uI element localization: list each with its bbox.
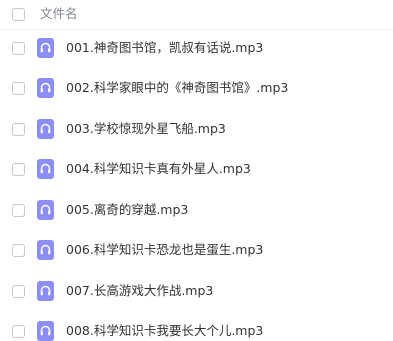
file-row[interactable]: 007.长高游戏大作战.mp3 [0,271,393,311]
file-name[interactable]: 004.科学知识卡真有外星人.mp3 [66,161,251,177]
file-name[interactable]: 002.科学家眼中的《神奇图书馆》.mp3 [66,80,288,96]
file-row[interactable]: 004.科学知识卡真有外星人.mp3 [0,149,393,189]
file-name[interactable]: 001.神奇图书馆，凯叔有话说.mp3 [66,40,263,56]
audio-file-icon [37,159,54,179]
file-list-header: 文件名 [0,0,393,30]
file-name[interactable]: 006.科学知识卡恐龙也是蛋生.mp3 [66,242,263,258]
row-checkbox[interactable] [12,285,25,298]
filename-column-header[interactable]: 文件名 [40,6,78,22]
row-checkbox[interactable] [12,42,25,55]
file-row[interactable]: 006.科学知识卡恐龙也是蛋生.mp3 [0,230,393,270]
row-checkbox[interactable] [12,123,25,136]
audio-file-icon [37,321,54,341]
file-row[interactable]: 002.科学家眼中的《神奇图书馆》.mp3 [0,68,393,108]
file-name[interactable]: 008.科学知识卡我要长大个儿.mp3 [66,323,263,339]
file-row[interactable]: 005.离奇的穿越.mp3 [0,190,393,230]
row-checkbox[interactable] [12,163,25,176]
audio-file-icon [37,119,54,139]
audio-file-icon [37,38,54,58]
file-name[interactable]: 003.学校惊现外星飞船.mp3 [66,121,226,137]
audio-file-icon [37,78,54,98]
row-checkbox[interactable] [12,82,25,95]
file-name[interactable]: 007.长高游戏大作战.mp3 [66,283,213,299]
row-checkbox[interactable] [12,244,25,257]
file-row[interactable]: 008.科学知识卡我要长大个儿.mp3 [0,311,393,341]
row-checkbox[interactable] [12,204,25,217]
audio-file-icon [37,281,54,301]
audio-file-icon [37,240,54,260]
file-row[interactable]: 001.神奇图书馆，凯叔有话说.mp3 [0,28,393,68]
audio-file-icon [37,200,54,220]
file-row[interactable]: 003.学校惊现外星飞船.mp3 [0,109,393,149]
file-name[interactable]: 005.离奇的穿越.mp3 [66,202,188,218]
row-checkbox[interactable] [12,325,25,338]
select-all-checkbox[interactable] [12,8,25,21]
